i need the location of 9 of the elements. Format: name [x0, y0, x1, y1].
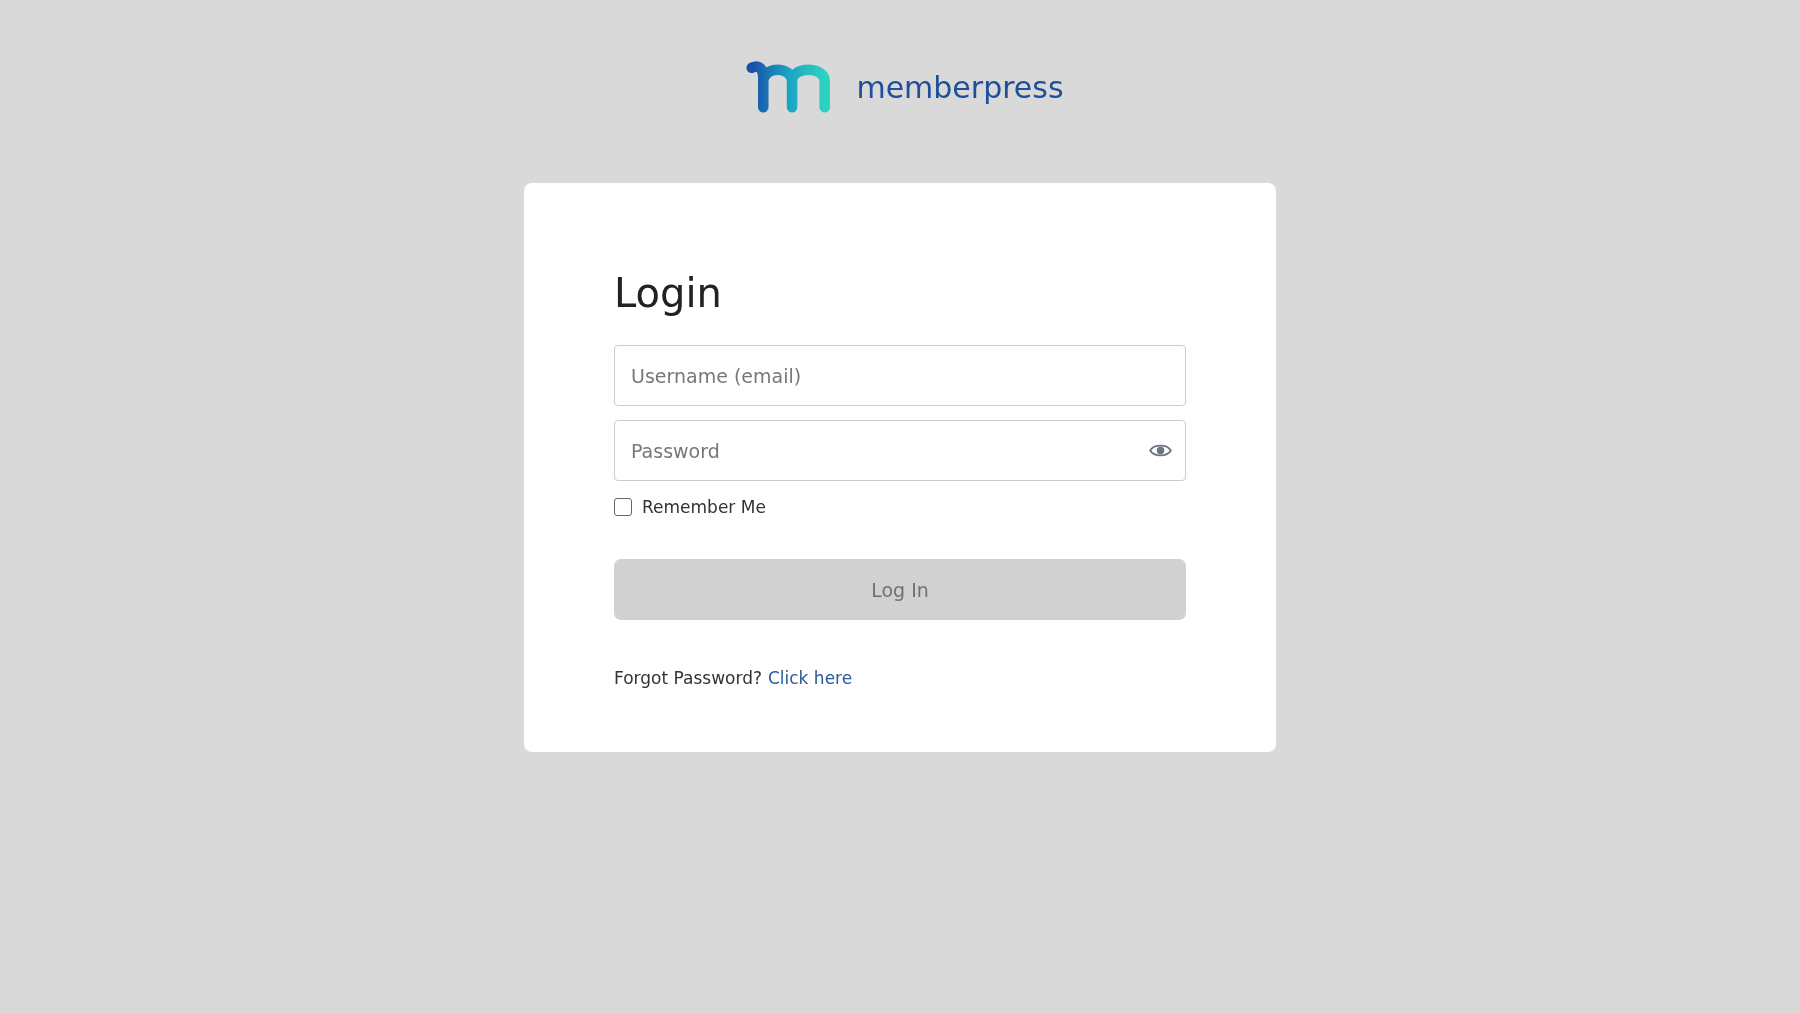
login-title: Login	[614, 269, 723, 317]
forgot-text: Forgot Password?	[614, 668, 762, 688]
remember-label: Remember Me	[642, 497, 766, 517]
logo-text: memberpress	[856, 69, 1064, 105]
eye-icon[interactable]	[1149, 443, 1172, 458]
reset-link[interactable]: Click here	[767, 668, 853, 688]
password-field[interactable]: Password	[614, 420, 1186, 481]
remember-checkbox[interactable]	[614, 498, 632, 516]
username-field[interactable]: Username (email)	[614, 345, 1186, 406]
